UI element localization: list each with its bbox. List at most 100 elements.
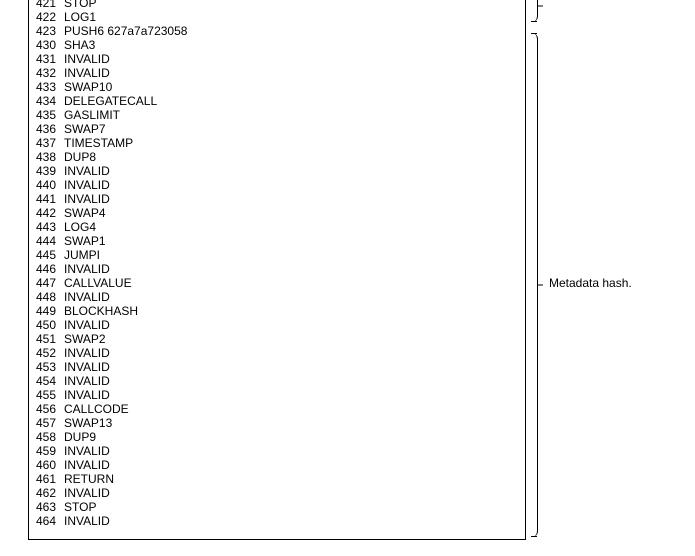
opcode-list: 421STOP422LOG1423PUSH6 627a7a723058430SH… [36,0,689,528]
opcode-mnemonic: INVALID [64,514,110,528]
opcode-offset: 449 [36,304,60,318]
brace-upper-nub [537,6,543,7]
opcode-row: 438 DUP8 [36,150,689,164]
opcode-offset: 441 [36,192,60,206]
opcode-mnemonic: LOG4 [64,220,96,234]
opcode-mnemonic: INVALID [64,458,110,472]
opcode-mnemonic: INVALID [64,164,110,178]
opcode-row: 433SWAP10 [36,80,689,94]
opcode-row: 456CALLCODE [36,402,689,416]
opcode-row: 457 SWAP13 [36,416,689,430]
opcode-offset: 463 [36,500,60,514]
opcode-row: 454 INVALID [36,374,689,388]
opcode-offset: 454 [36,374,60,388]
opcode-row: 448INVALID [36,290,689,304]
opcode-offset: 461 [36,472,60,486]
opcode-offset: 423 [36,24,60,38]
opcode-mnemonic: STOP [64,500,96,514]
opcode-row: 446INVALID [36,262,689,276]
opcode-row: 450INVALID [36,318,689,332]
opcode-row: 460 INVALID [36,458,689,472]
opcode-row: 442 SWAP4 [36,206,689,220]
opcode-row: 422LOG1 [36,10,689,24]
opcode-offset: 437 [36,136,60,150]
opcode-offset: 458 [36,430,60,444]
opcode-offset: 443 [36,220,60,234]
opcode-mnemonic: BLOCKHASH [64,304,138,318]
opcode-mnemonic: PUSH6 627a7a723058 [64,24,187,38]
opcode-row: 452 INVALID [36,346,689,360]
opcode-mnemonic: INVALID [64,486,110,500]
opcode-row: 455 INVALID [36,388,689,402]
opcode-mnemonic: INVALID [64,52,110,66]
opcode-row: 458 DUP9 [36,430,689,444]
opcode-mnemonic: RETURN [64,472,114,486]
opcode-offset: 447 [36,276,60,290]
opcode-mnemonic: INVALID [64,290,110,304]
opcode-offset: 438 [36,150,60,164]
opcode-row: 461 RETURN [36,472,689,486]
opcode-row: 453INVALID [36,360,689,374]
opcode-offset: 452 [36,346,60,360]
opcode-offset: 436 [36,122,60,136]
opcode-mnemonic: INVALID [64,192,110,206]
brace-metadata [531,33,538,537]
opcode-offset: 439 [36,164,60,178]
opcode-mnemonic: SWAP4 [64,206,106,220]
opcode-mnemonic: SWAP7 [64,122,106,136]
opcode-mnemonic: INVALID [64,444,110,458]
opcode-mnemonic: DUP9 [64,430,96,444]
opcode-offset: 421 [36,0,60,10]
opcode-mnemonic: INVALID [64,374,110,388]
opcode-row: 437 TIMESTAMP [36,136,689,150]
opcode-row: 445JUMPI [36,248,689,262]
opcode-mnemonic: STOP [64,0,96,10]
opcode-mnemonic: CALLVALUE [64,276,132,290]
opcode-mnemonic: SHA3 [64,38,95,52]
opcode-mnemonic: INVALID [64,318,110,332]
opcode-mnemonic: TIMESTAMP [64,136,133,150]
opcode-offset: 459 [36,444,60,458]
opcode-mnemonic: INVALID [64,360,110,374]
opcode-row: 434DELEGATECALL [36,94,689,108]
opcode-row: 449 BLOCKHASH [36,304,689,318]
opcode-offset: 442 [36,206,60,220]
opcode-mnemonic: INVALID [64,178,110,192]
opcode-offset: 422 [36,10,60,24]
opcode-row: 444 SWAP1 [36,234,689,248]
opcode-offset: 464 [36,514,60,528]
opcode-row: 459 INVALID [36,444,689,458]
opcode-mnemonic: DUP8 [64,150,96,164]
opcode-mnemonic: SWAP13 [64,416,112,430]
opcode-mnemonic: INVALID [64,388,110,402]
opcode-row: 421 STOP [36,0,689,10]
opcode-row: 464 INVALID [36,514,689,528]
opcode-row: 435GASLIMIT [36,108,689,122]
opcode-row: 431 INVALID [36,52,689,66]
opcode-mnemonic: INVALID [64,346,110,360]
opcode-mnemonic: SWAP1 [64,234,106,248]
opcode-row: 462 INVALID [36,486,689,500]
opcode-offset: 431 [36,52,60,66]
opcode-mnemonic: SWAP2 [64,332,106,346]
opcode-offset: 462 [36,486,60,500]
opcode-mnemonic: DELEGATECALL [64,94,157,108]
opcode-offset: 432 [36,66,60,80]
opcode-row: 441 INVALID [36,192,689,206]
opcode-row: 451SWAP2 [36,332,689,346]
annotation-label: Metadata hash. [549,276,632,290]
opcode-row: 436 SWAP7 [36,122,689,136]
opcode-row: 463 STOP [36,500,689,514]
opcode-offset: 460 [36,458,60,472]
opcode-offset: 435 [36,108,60,122]
opcode-row: 432INVALID [36,66,689,80]
opcode-offset: 457 [36,416,60,430]
opcode-offset: 444 [36,234,60,248]
opcode-offset: 433 [36,80,60,94]
opcode-offset: 446 [36,262,60,276]
opcode-row: 423 PUSH6 627a7a723058 [36,24,689,38]
opcode-offset: 440 [36,178,60,192]
opcode-offset: 455 [36,388,60,402]
opcode-mnemonic: CALLCODE [64,402,129,416]
page: 421STOP422LOG1423PUSH6 627a7a723058430SH… [0,0,695,556]
